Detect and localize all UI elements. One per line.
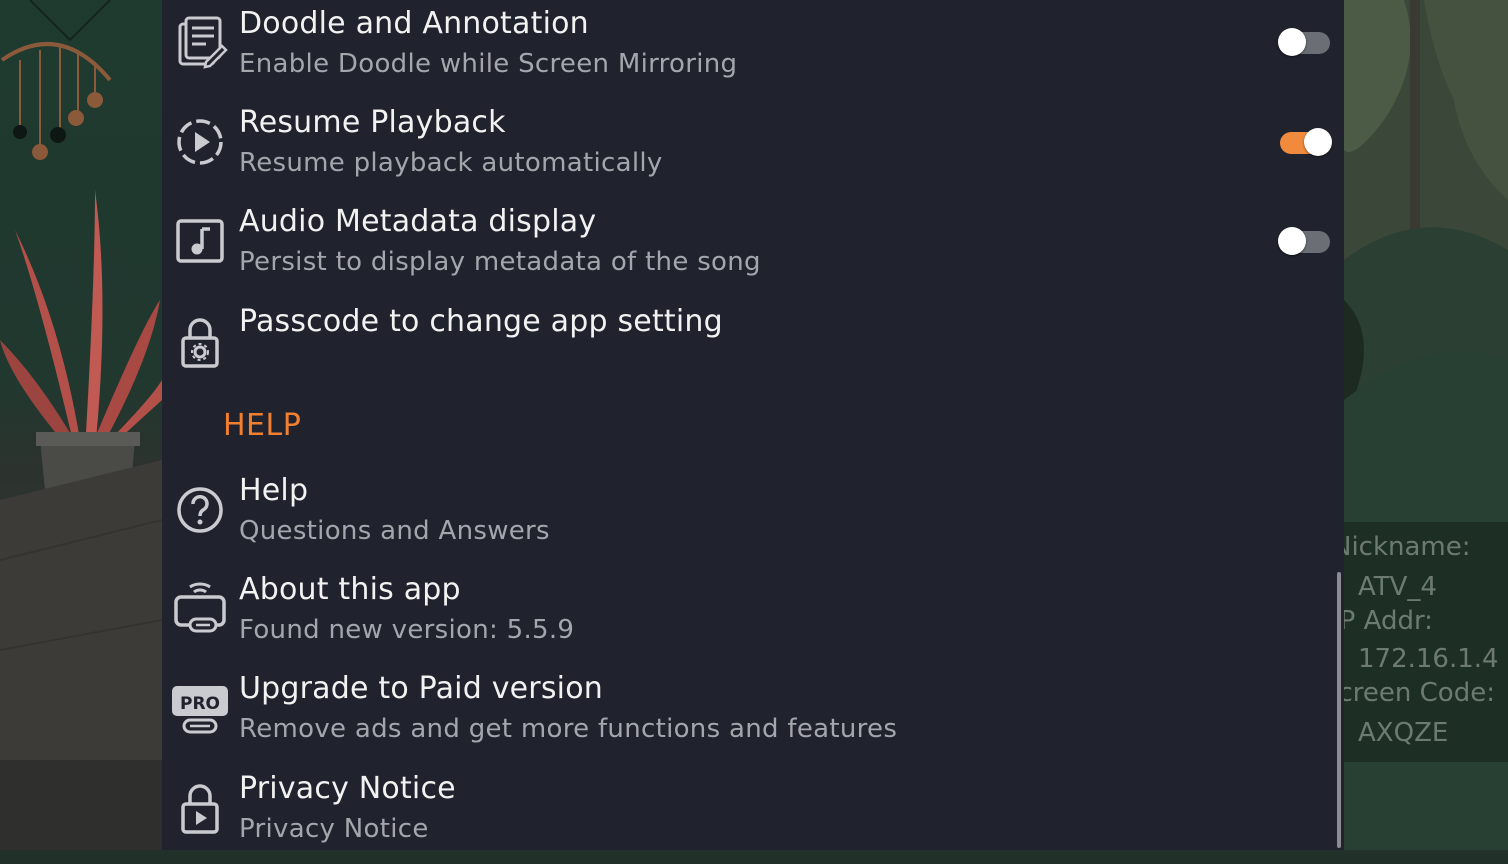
setting-title: About this app: [239, 572, 461, 607]
lock-gear-icon: [181, 318, 219, 368]
setting-title: Passcode to change app setting: [239, 304, 723, 339]
scrollbar[interactable]: [1337, 572, 1341, 848]
screen-code-value: AXQZE: [1358, 718, 1449, 748]
pro-badge-text: PRO: [180, 694, 220, 714]
toggle-knob: [1278, 227, 1306, 255]
setting-about[interactable]: About this app Found new version: 5.5.9: [162, 567, 1344, 665]
doodle-icon: [178, 16, 228, 69]
setting-subtitle: Questions and Answers: [239, 516, 550, 546]
pro-badge-icon: PRO: [172, 686, 228, 734]
screen-code-label: Screen Code:: [1322, 678, 1495, 708]
setting-subtitle: Privacy Notice: [239, 814, 429, 844]
setting-privacy[interactable]: Privacy Notice Privacy Notice: [162, 766, 1344, 864]
setting-title: Upgrade to Paid version: [239, 671, 603, 706]
ip-label: IP Addr:: [1332, 606, 1433, 636]
device-info-panel: Nickname: ATV_4 IP Addr: 172.16.1.4 Scre…: [1322, 522, 1508, 762]
setting-subtitle: Persist to display metadata of the song: [239, 247, 761, 277]
setting-subtitle: Resume playback automatically: [239, 148, 663, 178]
resume-playback-toggle[interactable]: [1280, 128, 1332, 156]
audio-metadata-toggle[interactable]: [1278, 227, 1330, 255]
setting-subtitle: Found new version: 5.5.9: [239, 615, 575, 645]
setting-title: Doodle and Annotation: [239, 6, 589, 41]
setting-title: Audio Metadata display: [239, 204, 597, 239]
doodle-toggle[interactable]: [1278, 28, 1330, 56]
setting-doodle-annotation[interactable]: Doodle and Annotation Enable Doodle whil…: [162, 0, 1344, 98]
setting-resume-playback[interactable]: Resume Playback Resume playback automati…: [162, 100, 1344, 198]
setting-title: Privacy Notice: [239, 771, 456, 806]
ip-value: 172.16.1.4: [1358, 644, 1499, 674]
setting-help[interactable]: Help Questions and Answers: [162, 468, 1344, 566]
setting-audio-metadata[interactable]: Audio Metadata display Persist to displa…: [162, 199, 1344, 297]
lock-play-icon: [181, 784, 219, 834]
cast-device-icon: [174, 582, 226, 633]
setting-passcode[interactable]: Passcode to change app setting: [162, 298, 1344, 396]
background-scene-left: [0, 0, 162, 850]
toggle-knob: [1304, 128, 1332, 156]
nickname-value: ATV_4: [1358, 572, 1437, 602]
help-section-header: HELP: [223, 408, 302, 443]
question-icon: [177, 487, 223, 533]
nickname-label: Nickname:: [1332, 532, 1471, 562]
music-note-icon: [176, 219, 224, 263]
setting-title: Help: [239, 473, 309, 508]
playback-icon: [177, 119, 223, 165]
toggle-knob: [1278, 28, 1306, 56]
decor-illustration-left: [0, 0, 162, 850]
setting-subtitle: Enable Doodle while Screen Mirroring: [239, 49, 738, 79]
setting-subtitle: Remove ads and get more functions and fe…: [239, 714, 898, 744]
setting-title: Resume Playback: [239, 105, 506, 140]
settings-panel: Doodle and Annotation Enable Doodle whil…: [162, 0, 1344, 850]
setting-upgrade[interactable]: PRO Upgrade to Paid version Remove ads a…: [162, 666, 1344, 764]
